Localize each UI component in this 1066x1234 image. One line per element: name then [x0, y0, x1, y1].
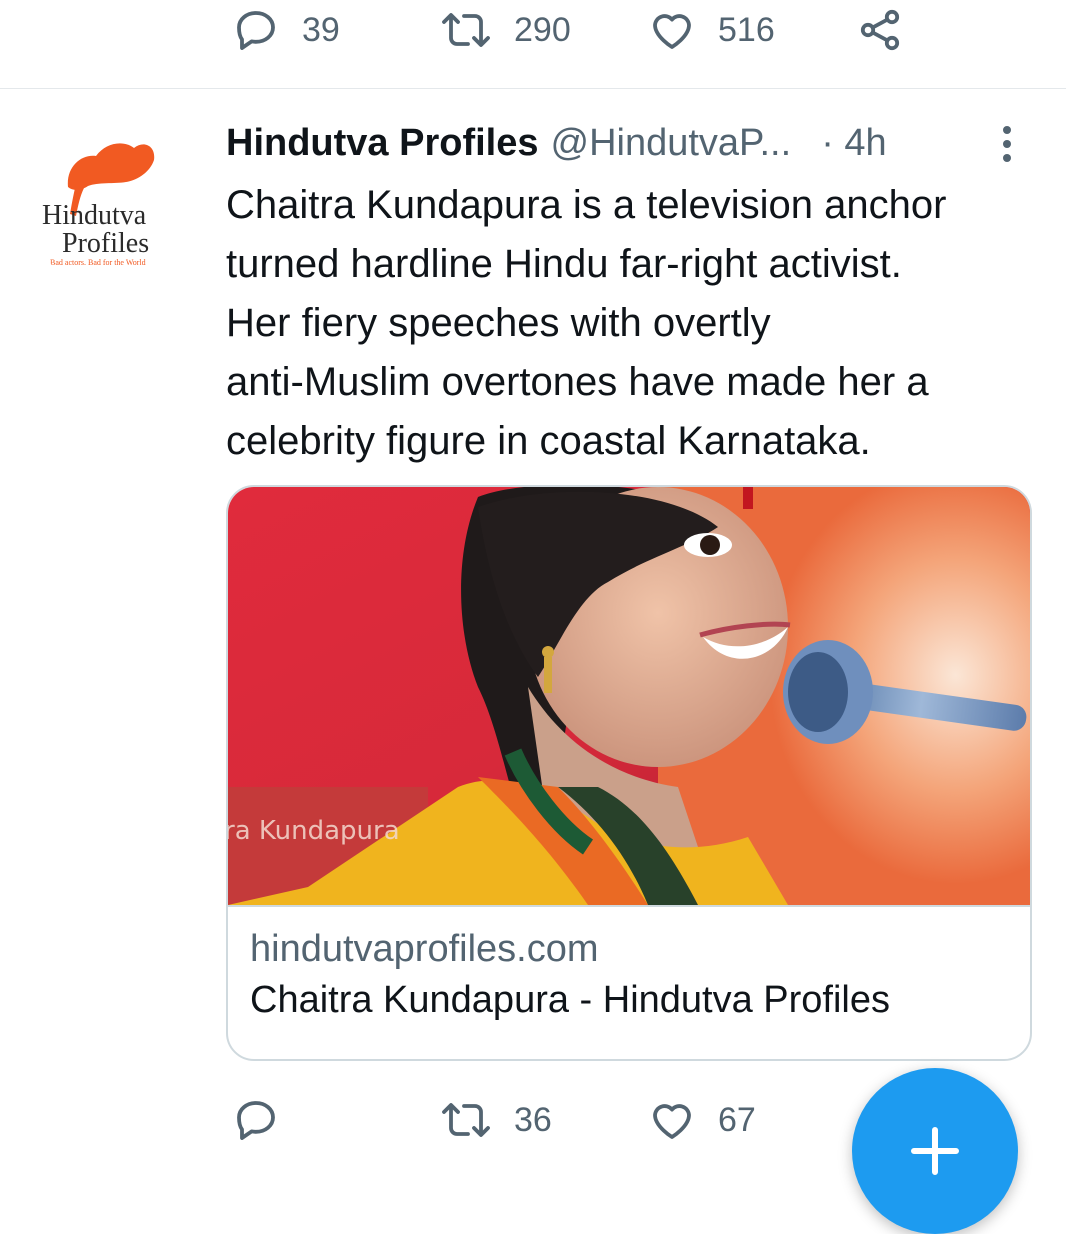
tweet-text-line: turned hardline Hindu far-right activist… — [226, 242, 902, 286]
like-icon — [653, 1104, 691, 1139]
like-icon — [653, 14, 691, 49]
tweet-text-line: Chaitra Kundapura is a television anchor — [226, 183, 947, 227]
retweet-button[interactable]: 36 — [440, 1090, 552, 1150]
card-domain: hindutvaprofiles.com — [250, 928, 599, 970]
share-button[interactable] — [856, 0, 904, 60]
author-handle[interactable]: @HindutvaP... — [551, 122, 792, 165]
link-card[interactable]: ra Kundapura hindutvaprofiles.com Chaitr… — [226, 485, 1032, 1061]
like-count: 67 — [718, 1100, 756, 1139]
like-count: 516 — [718, 10, 775, 49]
more-icon[interactable] — [992, 122, 1022, 166]
retweet-icon — [442, 1103, 490, 1137]
tweet-divider — [0, 88, 1066, 89]
tweet-header: Hindutva Profiles @HindutvaP... · 4h — [226, 118, 887, 168]
tweet-text-line: Her fiery speeches with overtly — [226, 301, 771, 345]
hindutva-profiles-logo: Hindutva Profiles Bad actors. Bad for th… — [42, 143, 155, 267]
like-button[interactable]: 516 — [648, 0, 775, 60]
reply-icon — [237, 11, 275, 50]
reply-button[interactable] — [232, 1090, 302, 1150]
author-name[interactable]: Hindutva Profiles — [226, 122, 539, 165]
tweet-text-line: anti-Muslim overtones have made her a — [226, 360, 929, 404]
svg-text:Profiles: Profiles — [62, 228, 149, 259]
compose-plus-icon — [911, 1127, 959, 1175]
like-button[interactable]: 67 — [648, 1090, 756, 1150]
compose-tweet-button[interactable] — [852, 1068, 1018, 1234]
reply-button[interactable]: 39 — [232, 0, 340, 60]
retweet-button[interactable]: 290 — [440, 0, 571, 60]
card-image: ra Kundapura — [228, 487, 1030, 905]
avatar[interactable]: Hindutva Profiles Bad actors. Bad for th… — [26, 112, 206, 292]
reply-icon — [237, 1101, 275, 1140]
svg-text:Bad actors. Bad for the World: Bad actors. Bad for the World — [50, 258, 146, 267]
retweet-count: 290 — [514, 10, 571, 49]
tweet-text-line: celebrity figure in coastal Karnataka. — [226, 419, 871, 463]
tweet-text: Chaitra Kundapura is a television anchor… — [226, 176, 1046, 471]
retweet-count: 36 — [514, 1100, 552, 1139]
card-divider — [228, 905, 1030, 907]
card-meta: hindutvaprofiles.com Chaitra Kundapura -… — [250, 925, 1020, 1027]
reply-count: 39 — [302, 10, 340, 49]
image-watermark: ra Kundapura — [228, 816, 400, 846]
retweet-icon — [442, 13, 490, 47]
card-title: Chaitra Kundapura - Hindutva Profiles — [250, 979, 891, 1021]
share-icon — [860, 9, 900, 51]
tweet-timestamp[interactable]: · 4h — [821, 122, 886, 165]
svg-text:Hindutva: Hindutva — [42, 200, 147, 231]
